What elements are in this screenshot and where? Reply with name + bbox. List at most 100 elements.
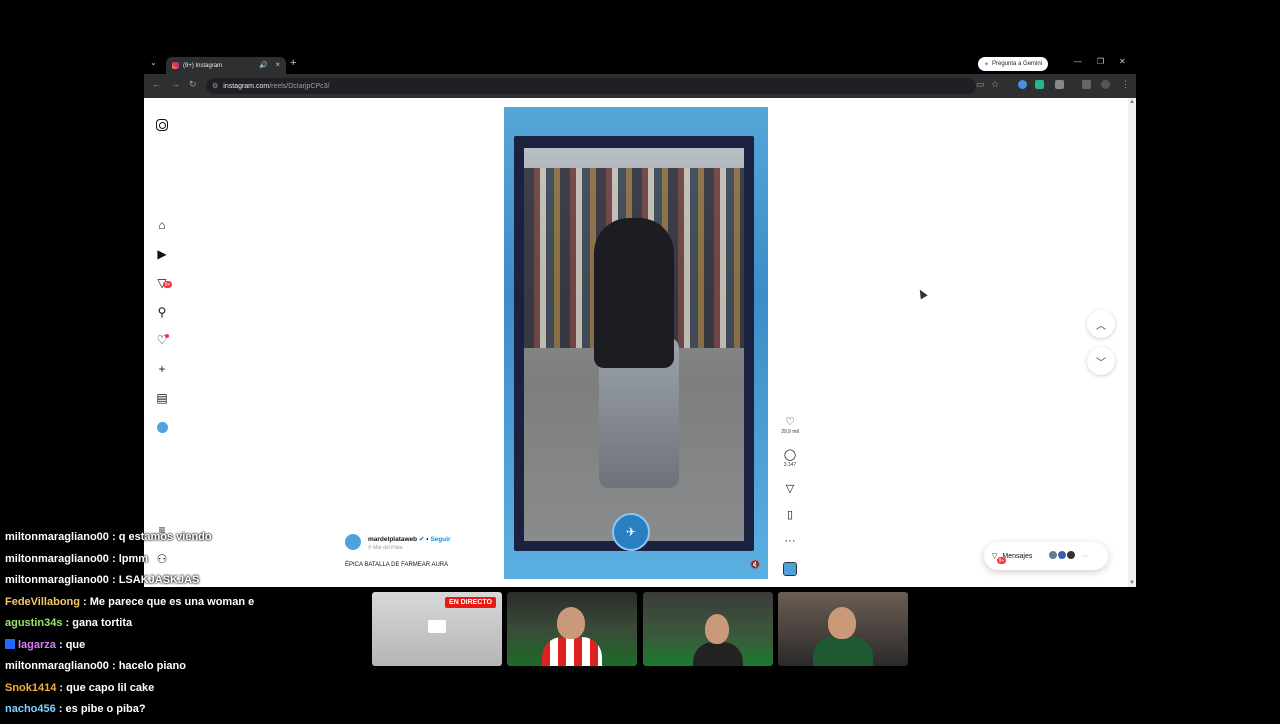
messages-icon[interactable]: ▽ 9+ (155, 276, 172, 290)
screen-share-icon (428, 620, 446, 633)
reels-icon[interactable]: ▶ (155, 247, 169, 261)
create-plus-icon[interactable]: + (155, 362, 169, 376)
chat-username[interactable]: nacho456 (5, 703, 56, 715)
menu-kebab-icon[interactable]: ⋮ (1121, 79, 1130, 90)
browser-window: ⌄ (9+) Instagram 🔊 × + ✦ Pregunta a Gemi… (144, 55, 1136, 587)
heart-icon[interactable]: ♡ (155, 333, 169, 347)
instagram-logo-icon[interactable] (155, 118, 169, 132)
home-icon[interactable]: ⌂ (155, 218, 169, 232)
chat-username[interactable]: miltonmaragliano00 (5, 553, 109, 565)
toolbar: ← → ↻ ⚙ instagram.com/reels/DcIarjpCPc3/… (144, 74, 1136, 98)
like-heart-icon[interactable]: ♡ (780, 416, 800, 428)
scroll-up-icon[interactable]: ▲ (1129, 99, 1135, 105)
bookmark-icon[interactable]: ▯ (780, 509, 800, 521)
chat-username[interactable]: lagarza (18, 639, 56, 651)
messages-pill[interactable]: ▽ 9+ Mensajes ··· (984, 542, 1108, 570)
comment-action[interactable]: ◯ 3.147 (780, 449, 800, 468)
minimize-icon[interactable]: — (1074, 57, 1082, 66)
media-control-icon[interactable] (1082, 80, 1091, 89)
notification-dot (165, 334, 169, 338)
chat-username[interactable]: FedeVillabong (5, 596, 80, 608)
new-tab-icon[interactable]: + (290, 57, 296, 69)
extension-icon[interactable] (1018, 80, 1027, 89)
bookmark-star-icon[interactable]: ☆ (991, 79, 999, 90)
extensions-puzzle-icon[interactable] (1055, 80, 1064, 89)
save-action[interactable]: ▯ (780, 509, 800, 521)
site-info-icon[interactable]: ⚙ (212, 82, 218, 90)
verified-badge-icon: ✔ (418, 536, 425, 543)
chat-separator: : (108, 660, 119, 672)
dashboard-icon[interactable]: ▤ (155, 391, 169, 405)
chevron-up-icon: ︿ (1096, 320, 1106, 332)
more-dots-icon[interactable]: ··· (780, 535, 800, 547)
chat-username[interactable]: agustin34s (5, 617, 62, 629)
reel-frame (514, 136, 754, 551)
chat-separator: : (108, 574, 119, 586)
mouse-cursor-icon (916, 287, 928, 300)
scroll-down-icon[interactable]: ▼ (1129, 580, 1135, 586)
gemini-label: Pregunta a Gemini (992, 61, 1043, 67)
chat-separator: : (79, 595, 90, 608)
comments-count: 3.147 (783, 462, 797, 468)
chat-message: Snok1414 : que capo lil cake (5, 681, 365, 703)
cam-person (693, 642, 743, 666)
dancer-hoodie (594, 218, 674, 368)
close-tab-icon[interactable]: × (275, 60, 280, 69)
chat-separator: : (108, 552, 119, 565)
stream-chat: miltonmaragliano00 : q estamos viendo mil… (5, 530, 365, 724)
chat-username[interactable]: miltonmaragliano00 (5, 574, 109, 586)
profile-avatar-icon[interactable] (155, 420, 169, 434)
restore-icon[interactable]: ❐ (1097, 57, 1104, 66)
chat-text: es pibe o piba? (65, 703, 146, 715)
share-action[interactable]: ▽ (780, 483, 800, 495)
tab-instagram[interactable]: (9+) Instagram 🔊 × (166, 57, 286, 74)
like-action[interactable]: ♡ 29,9 mil (780, 416, 800, 435)
chat-message: miltonmaragliano00 : q estamos viendo (5, 530, 365, 552)
profile-icon[interactable] (1101, 80, 1110, 89)
reel-video[interactable] (524, 148, 744, 541)
follow-button[interactable]: Seguir (430, 536, 450, 543)
audio-track-icon[interactable] (783, 562, 797, 576)
gemini-button[interactable]: ✦ Pregunta a Gemini (978, 57, 1049, 71)
next-reel-button[interactable]: ﹀ (1087, 347, 1115, 375)
notifications-badge: 9+ (163, 281, 172, 288)
tab-strip: ⌄ (9+) Instagram 🔊 × + ✦ Pregunta a Gemi… (144, 55, 1136, 74)
author-username[interactable]: mardelplataweb (368, 536, 417, 543)
share-paper-plane-icon[interactable]: ▽ (780, 483, 800, 495)
address-bar[interactable]: ⚙ instagram.com/reels/DcIarjpCPc3/ (206, 78, 976, 94)
stream-cam-3 (643, 592, 773, 666)
more-options[interactable]: ··· (780, 535, 800, 547)
cam-person (813, 637, 873, 666)
chat-message: nacho456 : es pibe o piba? (5, 702, 365, 724)
reload-icon[interactable]: ↻ (189, 79, 197, 90)
reel-video-container[interactable]: ✈ 🔇 (504, 107, 768, 579)
messages-label: Mensajes (1002, 552, 1033, 560)
messages-badge: 9+ (997, 557, 1006, 564)
comment-bubble-icon[interactable]: ◯ (780, 449, 800, 461)
chat-username[interactable]: Snok1414 (5, 682, 56, 694)
forward-icon[interactable]: → (171, 79, 180, 89)
chat-message: miltonmaragliano00 : LSAKJASKJAS (5, 573, 365, 595)
install-icon[interactable]: ▭ (976, 79, 985, 90)
chat-text: que (65, 638, 86, 651)
location-pin-icon: ⚲ (368, 545, 372, 551)
previous-reel-button[interactable]: ︿ (1087, 310, 1115, 338)
chat-username[interactable]: miltonmaragliano00 (5, 660, 109, 672)
tab-title: (9+) Instagram (183, 62, 223, 69)
scrollbar[interactable]: ▲ ▼ (1128, 98, 1136, 587)
url-path: /reels/DcIarjpCPc3/ (269, 82, 330, 90)
chat-username[interactable]: miltonmaragliano00 (5, 531, 109, 543)
mute-icon[interactable]: 🔇 (750, 560, 760, 569)
search-icon[interactable]: ⚲ (155, 305, 169, 319)
chat-message: lagarza : que (5, 638, 365, 660)
translate-extension-icon[interactable] (1035, 80, 1044, 89)
close-window-icon[interactable]: ✕ (1119, 57, 1126, 66)
back-icon[interactable]: ← (152, 79, 161, 89)
likes-count: 29,9 mil (781, 429, 799, 435)
audio-thumbnail[interactable] (780, 562, 800, 576)
reel-location[interactable]: Mar del Plata (373, 545, 402, 551)
speaker-icon[interactable]: 🔊 (259, 61, 268, 69)
chat-text: hacelo piano (118, 660, 186, 672)
chevron-down-icon: ﹀ (1096, 357, 1106, 369)
tab-search-icon[interactable]: ⌄ (150, 58, 157, 67)
